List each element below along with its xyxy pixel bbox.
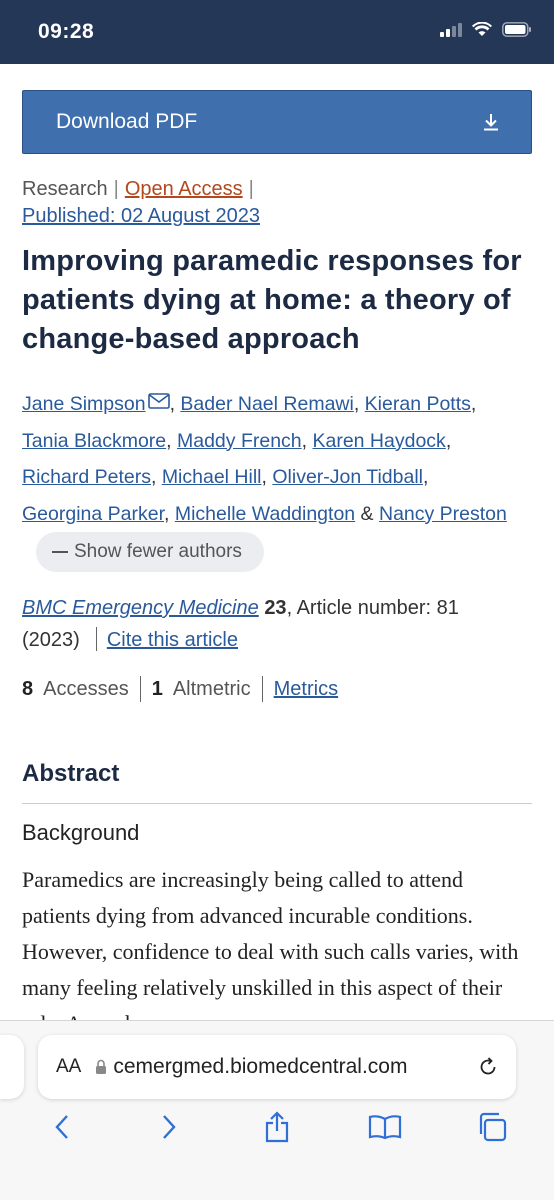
reader-settings-button[interactable]: AA: [56, 1056, 81, 1078]
cite-article-link[interactable]: Cite this article: [107, 629, 238, 651]
tabs-icon: [480, 1112, 507, 1142]
address-bar[interactable]: AA cemergmed.biomedcentral.com: [38, 1035, 516, 1099]
article-meta: Research | Open Access | Published: 02 Augu…: [22, 178, 260, 227]
author-link[interactable]: Kieran Potts: [365, 393, 471, 415]
author-link[interactable]: Richard Peters: [22, 466, 151, 488]
back-button[interactable]: [32, 1114, 92, 1140]
author-link[interactable]: Michael Hill: [162, 466, 262, 488]
author-link[interactable]: Bader Nael Remawi: [180, 393, 353, 415]
browser-toolbar: [0, 1107, 554, 1147]
author-list: Jane Simpson, Bader Nael Remawi, Kieran …: [22, 386, 537, 572]
published-date-link[interactable]: Published: 02 August 2023: [22, 205, 260, 227]
author-link[interactable]: Tania Blackmore: [22, 430, 166, 452]
chevron-left-icon: [55, 1115, 68, 1139]
article-stats: 8 Accesses 1 Altmetric Metrics: [22, 676, 338, 702]
article-title: Improving paramedic responses for patien…: [22, 245, 522, 355]
url-text: cemergmed.biomedcentral.com: [113, 1055, 408, 1078]
accesses-label: Accesses: [43, 677, 129, 700]
altmetric-label: Altmetric: [172, 677, 251, 700]
status-bar: 09:28: [0, 0, 554, 64]
tabs-button[interactable]: [462, 1112, 522, 1142]
share-icon: [265, 1111, 289, 1143]
open-access-link[interactable]: Open Access: [125, 178, 243, 200]
mail-icon[interactable]: [147, 393, 170, 409]
abstract-heading: Abstract: [22, 760, 120, 787]
status-icons: [440, 22, 532, 37]
show-fewer-authors-button[interactable]: Show fewer authors: [36, 532, 264, 572]
download-pdf-button[interactable]: Download PDF: [22, 90, 532, 154]
journal-citation: BMC Emergency Medicine 23, Article numbe…: [22, 592, 532, 656]
altmetric-count: 1: [151, 677, 163, 700]
abstract-text: Paramedics are increasingly being called…: [22, 867, 519, 1020]
wifi-icon: [472, 22, 492, 36]
chevron-right-icon: [163, 1115, 177, 1139]
author-link[interactable]: Michelle Waddington: [175, 503, 355, 525]
author-link[interactable]: Oliver-Jon Tidball: [272, 466, 423, 488]
journal-volume: 23: [264, 597, 287, 619]
previous-tab-stub[interactable]: [0, 1035, 24, 1099]
forward-button[interactable]: [139, 1114, 199, 1140]
show-fewer-label: Show fewer authors: [74, 540, 242, 562]
browser-chrome: AA cemergmed.biomedcentral.com: [0, 1020, 554, 1200]
share-button[interactable]: [247, 1111, 307, 1143]
article-number: , Article number: 81: [286, 597, 459, 619]
journal-year: (2023): [22, 629, 80, 651]
reload-icon[interactable]: [478, 1057, 498, 1077]
author-link[interactable]: Jane Simpson: [22, 393, 146, 415]
book-icon: [368, 1115, 401, 1140]
cellular-signal-icon: [440, 22, 462, 37]
divider: [22, 803, 532, 804]
lock-icon: [96, 1059, 107, 1074]
accesses-count: 8: [22, 677, 34, 700]
status-time: 09:28: [38, 20, 95, 43]
article-type: Research: [22, 178, 108, 200]
battery-icon: [502, 22, 531, 37]
author-link[interactable]: Nancy Preston: [379, 503, 507, 525]
download-pdf-label: Download PDF: [56, 110, 198, 133]
download-icon: [484, 114, 498, 131]
author-link[interactable]: Georgina Parker: [22, 503, 164, 525]
background-heading: Background: [22, 820, 140, 845]
journal-name-link[interactable]: BMC Emergency Medicine: [22, 597, 259, 619]
bookmarks-button[interactable]: [355, 1114, 415, 1140]
author-link[interactable]: Karen Haydock: [312, 430, 445, 452]
minus-icon: [52, 551, 68, 553]
author-link[interactable]: Maddy French: [177, 430, 302, 452]
metrics-link[interactable]: Metrics: [274, 678, 338, 701]
